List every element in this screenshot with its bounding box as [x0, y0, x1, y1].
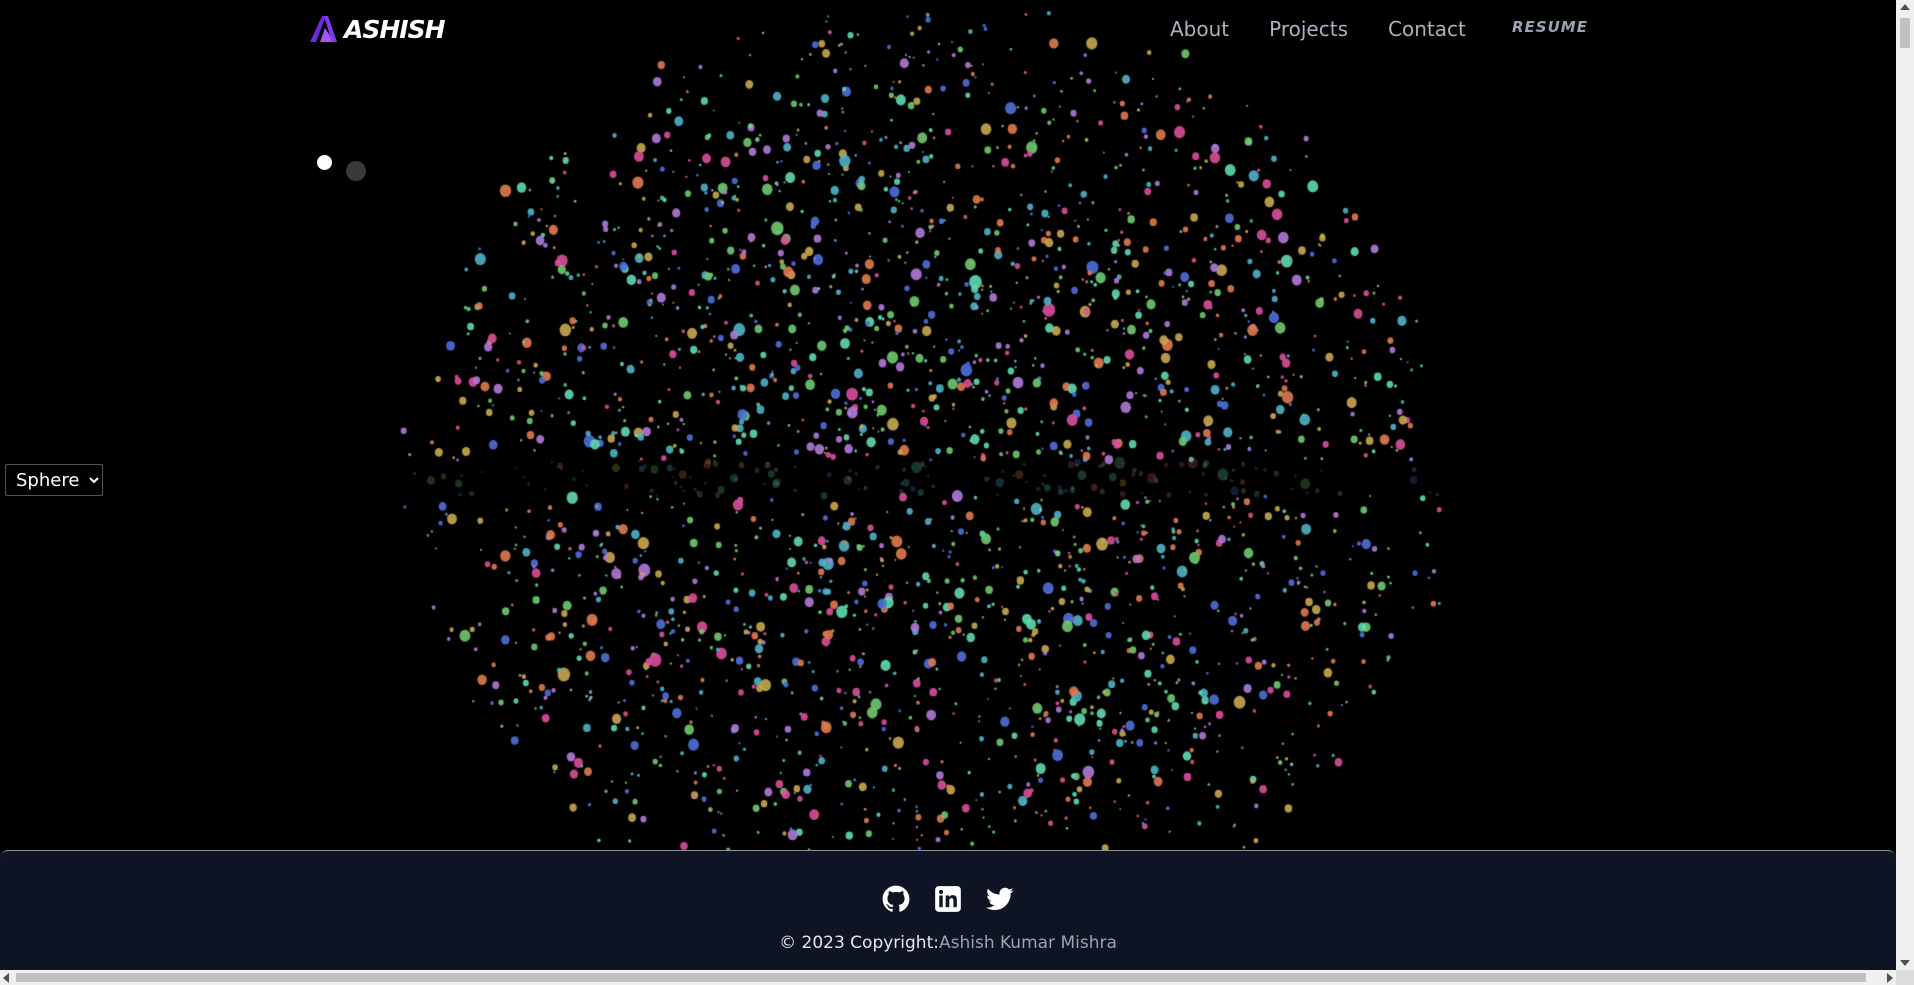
- logo-mark-icon: [310, 16, 337, 42]
- vertical-scrollbar[interactable]: [1896, 0, 1914, 970]
- scroll-right-arrow-icon[interactable]: [1887, 973, 1893, 983]
- scrollbar-corner: [1896, 970, 1914, 985]
- logo-text: ASHISH: [344, 14, 446, 44]
- copyright: © 2023 Copyright:Ashish Kumar Mishra: [0, 933, 1896, 953]
- theme-toggle-dark-dot[interactable]: [346, 161, 366, 181]
- twitter-icon[interactable]: [986, 885, 1014, 913]
- copyright-prefix: © 2023 Copyright:: [779, 933, 939, 953]
- horizontal-scrollbar[interactable]: [0, 970, 1896, 985]
- scroll-left-arrow-icon[interactable]: [3, 973, 9, 983]
- footer: © 2023 Copyright:Ashish Kumar Mishra: [0, 850, 1896, 971]
- shape-select[interactable]: Sphere: [5, 464, 103, 496]
- linkedin-icon[interactable]: [934, 885, 962, 913]
- nav-about-link[interactable]: About: [1170, 17, 1229, 41]
- top-navbar: ASHISH About Projects Contact RESUME: [0, 0, 1896, 60]
- vertical-scroll-thumb[interactable]: [1900, 18, 1910, 48]
- social-links: [0, 885, 1896, 913]
- scroll-down-arrow-icon[interactable]: [1900, 960, 1910, 966]
- github-icon[interactable]: [882, 885, 910, 913]
- nav-projects-link[interactable]: Projects: [1269, 17, 1348, 41]
- nav-links: About Projects Contact: [1170, 17, 1466, 41]
- particle-sphere-canvas[interactable]: [0, 0, 1896, 970]
- logo[interactable]: ASHISH: [308, 14, 446, 44]
- copyright-author: Ashish Kumar Mishra: [938, 933, 1117, 953]
- theme-toggle-light-dot[interactable]: [317, 155, 332, 170]
- resume-link[interactable]: RESUME: [1512, 18, 1588, 36]
- horizontal-scroll-thumb[interactable]: [16, 973, 1866, 982]
- nav-contact-link[interactable]: Contact: [1388, 17, 1466, 41]
- scroll-up-arrow-icon[interactable]: [1900, 4, 1910, 10]
